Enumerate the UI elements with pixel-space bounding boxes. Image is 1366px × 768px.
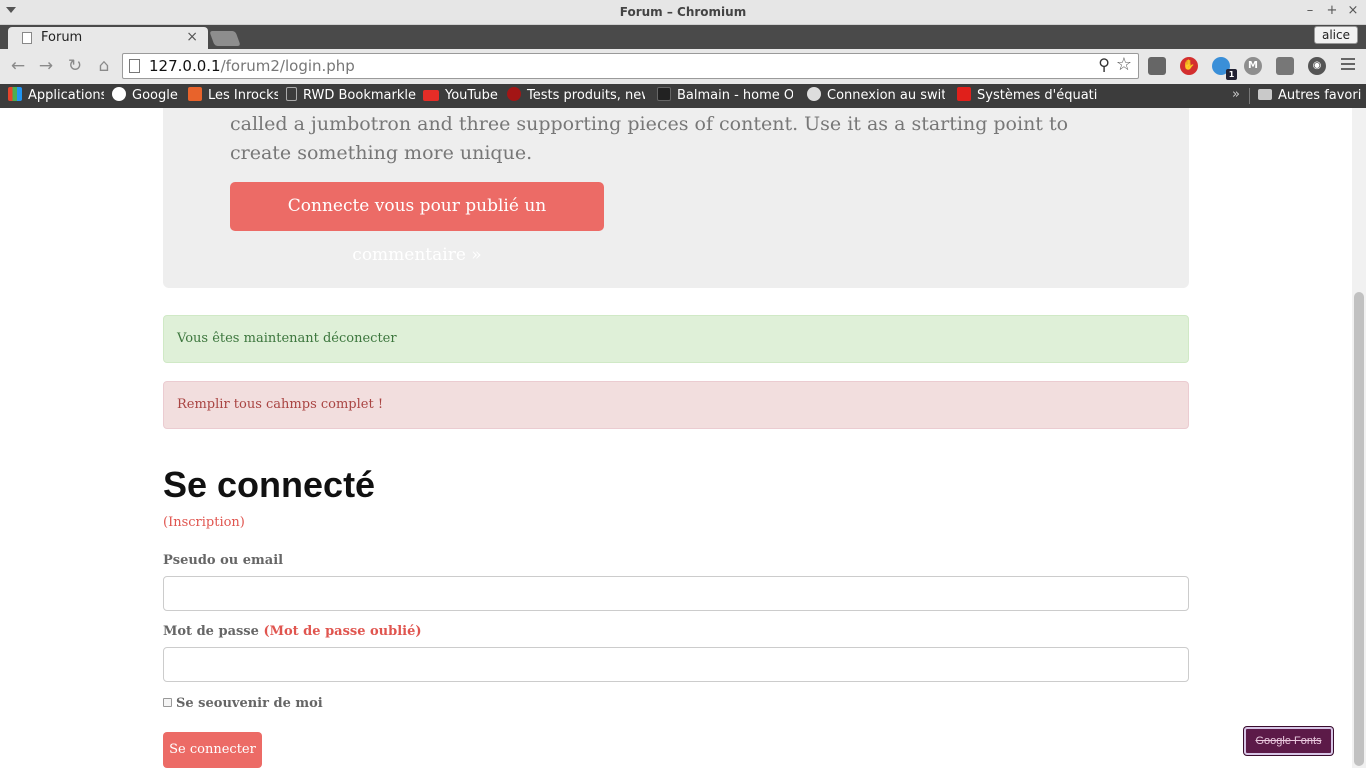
chrome-menu-icon[interactable] <box>1341 58 1355 73</box>
scrollbar-thumb[interactable] <box>1354 292 1364 766</box>
gmail-icon[interactable]: M <box>1244 57 1262 75</box>
folder-icon <box>1258 89 1272 100</box>
close-window-button[interactable]: × <box>1345 3 1361 18</box>
forward-arrow-icon[interactable]: → <box>36 57 56 75</box>
reload-icon[interactable]: ↻ <box>65 57 85 75</box>
window-title: Forum – Chromium <box>619 5 747 19</box>
password-field-label: Mot de passe (Mot de passe oublié) <box>163 624 422 639</box>
extension-icon-1[interactable] <box>1148 57 1166 75</box>
apps-grid-icon <box>8 87 22 101</box>
page-scrollbar[interactable] <box>1352 108 1366 768</box>
window-titlebar: Forum – Chromium – + × <box>0 0 1366 25</box>
bookmark-label: RWD Bookmarklet <box>303 88 416 103</box>
page-viewport: called a jumbotron and three supporting … <box>0 108 1352 768</box>
tab-strip: Forum × alice <box>0 25 1366 49</box>
tab-title: Forum <box>41 30 83 45</box>
bookmarks-separator <box>1249 88 1250 104</box>
login-input[interactable] <box>163 576 1189 611</box>
ghostery-badge: 1 <box>1226 69 1237 80</box>
url-path: /forum2/login.php <box>220 57 355 75</box>
youtube-icon <box>423 90 439 101</box>
zoom-icon[interactable]: ⚲ <box>1098 55 1110 74</box>
bookmark-tests-produits[interactable]: Tests produits, new <box>507 87 645 105</box>
tests-produits-icon <box>507 87 521 101</box>
bookmark-label: Connexion au switc <box>827 88 945 103</box>
browser-toolbar: ← → ↻ ⌂ 127.0.0.1/forum2/login.php ⚲ ☆ ✋… <box>0 49 1366 84</box>
tab-forum[interactable]: Forum × <box>8 27 208 49</box>
login-to-comment-button[interactable]: Connecte vous pour publié un commentaire… <box>230 182 604 265</box>
bookmark-applications[interactable]: Applications <box>8 87 104 105</box>
adblock-icon[interactable]: ✋ <box>1180 57 1198 75</box>
login-field-label: Pseudo ou email <box>163 553 284 568</box>
bookmark-rwd[interactable]: RWD Bookmarklet <box>286 87 416 105</box>
register-link[interactable]: (Inscription) <box>163 515 245 530</box>
password-input[interactable] <box>163 647 1189 682</box>
minimize-button[interactable]: – <box>1302 3 1318 18</box>
bookmark-balmain[interactable]: Balmain - home On <box>657 87 793 105</box>
home-icon[interactable]: ⌂ <box>94 57 114 75</box>
address-bar[interactable]: 127.0.0.1/forum2/login.php ⚲ ☆ <box>122 53 1139 79</box>
login-form-title: Se connecté <box>163 464 376 505</box>
remember-me-checkbox[interactable] <box>163 698 172 707</box>
jumbotron-text: called a jumbotron and three supporting … <box>230 113 1069 164</box>
profile-button[interactable]: alice <box>1313 26 1358 44</box>
bookmarks-bar: Applications Google Les Inrocks RWD Book… <box>0 84 1366 108</box>
page-icon <box>129 59 140 73</box>
inrocks-icon <box>188 87 202 101</box>
jumbotron: called a jumbotron and three supporting … <box>163 108 1189 288</box>
login-submit-button[interactable]: Se connecter <box>163 732 262 768</box>
bookmark-systemes-equation[interactable]: Systèmes d'équatio <box>957 87 1097 105</box>
google-icon <box>112 87 126 101</box>
extension-icon-5[interactable] <box>1276 57 1294 75</box>
url-host: 127.0.0.1 <box>149 57 221 75</box>
bookmark-label: YouTube <box>445 88 498 103</box>
bookmark-google[interactable]: Google <box>112 87 182 105</box>
maximize-button[interactable]: + <box>1324 3 1340 18</box>
url-text[interactable]: 127.0.0.1/forum2/login.php <box>149 57 355 75</box>
free-icon <box>957 87 971 101</box>
google-fonts-badge[interactable]: Google Fonts <box>1244 727 1333 755</box>
back-arrow-icon[interactable]: ← <box>8 57 28 75</box>
bookmark-connexion-switch[interactable]: Connexion au switc <box>807 87 945 105</box>
success-alert: Vous êtes maintenant déconecter <box>163 315 1189 363</box>
tab-close-icon[interactable]: × <box>186 29 198 45</box>
bookmark-label: Tests produits, new <box>527 88 645 103</box>
bookmark-label: Balmain - home On <box>677 88 793 103</box>
bookmark-label: Systèmes d'équatio <box>977 88 1097 103</box>
extension-icon-6[interactable]: ◉ <box>1308 57 1326 75</box>
new-tab-button[interactable] <box>209 31 241 46</box>
switch-icon <box>807 87 821 101</box>
forgot-password-link[interactable]: (Mot de passe oublié) <box>263 624 421 639</box>
bookmark-label: Autres favoris <box>1278 88 1362 103</box>
bookmark-youtube[interactable]: YouTube <box>423 87 501 105</box>
bookmarks-overflow-icon[interactable]: » <box>1232 87 1240 102</box>
balmain-icon <box>657 87 671 101</box>
remember-me-label: Se seouvenir de moi <box>176 696 323 711</box>
bookmark-label: Les Inrocks <box>208 88 278 103</box>
bookmark-label: Applications <box>28 88 104 103</box>
bookmark-star-icon[interactable]: ☆ <box>1116 54 1132 75</box>
bookmark-label: Google <box>132 88 178 103</box>
bookmark-other-folder[interactable]: Autres favoris <box>1258 87 1362 105</box>
remember-me[interactable]: Se seouvenir de moi <box>163 696 323 711</box>
page-icon <box>286 87 297 101</box>
error-alert: Remplir tous cahmps complet ! <box>163 381 1189 429</box>
bookmark-les-inrocks[interactable]: Les Inrocks <box>188 87 278 105</box>
page-icon <box>22 32 32 44</box>
password-label-text: Mot de passe <box>163 624 259 639</box>
